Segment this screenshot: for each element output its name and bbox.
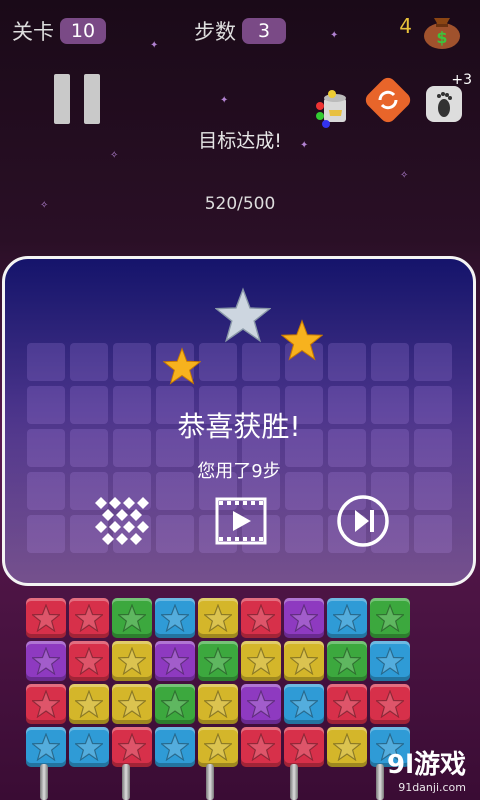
- star-tile[interactable]: [284, 641, 324, 681]
- star-tile[interactable]: [198, 598, 238, 638]
- steps-value: 3: [242, 18, 286, 44]
- pole: [40, 764, 48, 800]
- star-tile[interactable]: [241, 727, 281, 767]
- pause-bar: [54, 74, 70, 124]
- steps-used-text: 您用了9步: [197, 461, 281, 482]
- gold-star-icon: [281, 319, 323, 361]
- star-tile[interactable]: [370, 598, 410, 638]
- star-tile[interactable]: [284, 684, 324, 724]
- steps-label: 步数: [194, 20, 236, 44]
- star-tile[interactable]: [198, 684, 238, 724]
- pause-button[interactable]: [54, 74, 102, 124]
- star-tile[interactable]: [26, 684, 66, 724]
- star-tile[interactable]: [69, 598, 109, 638]
- star-tile[interactable]: [327, 684, 367, 724]
- level-label: 关卡: [12, 20, 54, 44]
- star-tile[interactable]: [327, 727, 367, 767]
- watermark-site: 91danji.com: [398, 781, 466, 794]
- star-tile[interactable]: [241, 684, 281, 724]
- pole: [122, 764, 130, 800]
- sparkle: ✧: [400, 170, 409, 181]
- goal-text: 目标达成!: [198, 130, 282, 152]
- star-tile[interactable]: [69, 727, 109, 767]
- level-select-button[interactable]: [93, 493, 149, 549]
- bonus-steps: +3: [451, 72, 472, 88]
- sparkle: ✦: [220, 95, 229, 106]
- pole: [206, 764, 214, 800]
- star-tile[interactable]: [26, 727, 66, 767]
- star-tile[interactable]: [155, 727, 195, 767]
- star-tile[interactable]: [155, 684, 195, 724]
- next-level-button[interactable]: [335, 493, 391, 549]
- footprint-icon[interactable]: [426, 86, 462, 122]
- paint-bucket-icon[interactable]: [312, 86, 356, 130]
- watermark-brand: 9l游戏: [386, 750, 466, 780]
- level-value: 10: [60, 18, 106, 44]
- silver-star-icon: [215, 287, 271, 343]
- star-tile[interactable]: [155, 598, 195, 638]
- pause-bar: [84, 74, 100, 124]
- star-tile[interactable]: [241, 641, 281, 681]
- star-tile[interactable]: [327, 598, 367, 638]
- star-tile[interactable]: [198, 727, 238, 767]
- replay-video-button[interactable]: [213, 493, 269, 549]
- money-bag-icon[interactable]: $: [420, 8, 464, 50]
- star-tile[interactable]: [112, 598, 152, 638]
- score-text: 520/500: [204, 194, 276, 214]
- star-tile[interactable]: [112, 641, 152, 681]
- star-tile[interactable]: [370, 641, 410, 681]
- victory-dialog: 恭喜获胜! 您用了9步: [2, 256, 476, 586]
- victory-title: 恭喜获胜!: [177, 410, 301, 443]
- star-tile[interactable]: [112, 727, 152, 767]
- star-tile[interactable]: [370, 684, 410, 724]
- refresh-icon[interactable]: [362, 74, 414, 126]
- star-tile[interactable]: [155, 641, 195, 681]
- gold-star-icon: [163, 347, 201, 385]
- star-tile[interactable]: [327, 641, 367, 681]
- grid-diamond-icon: [95, 497, 149, 545]
- pole: [376, 764, 384, 800]
- star-tile[interactable]: [284, 727, 324, 767]
- star-tile[interactable]: [69, 641, 109, 681]
- star-tile[interactable]: [241, 598, 281, 638]
- film-play-icon: [215, 497, 267, 545]
- watermark: 9l游戏 91danji.com: [387, 744, 466, 794]
- star-tile[interactable]: [26, 641, 66, 681]
- coin-count: 4: [399, 14, 412, 38]
- star-tile[interactable]: [69, 684, 109, 724]
- svg-text:$: $: [436, 28, 447, 47]
- star-tile[interactable]: [26, 598, 66, 638]
- star-tile[interactable]: [112, 684, 152, 724]
- skip-next-icon: [337, 495, 389, 547]
- star-tile[interactable]: [284, 598, 324, 638]
- pole: [290, 764, 298, 800]
- star-tile[interactable]: [198, 641, 238, 681]
